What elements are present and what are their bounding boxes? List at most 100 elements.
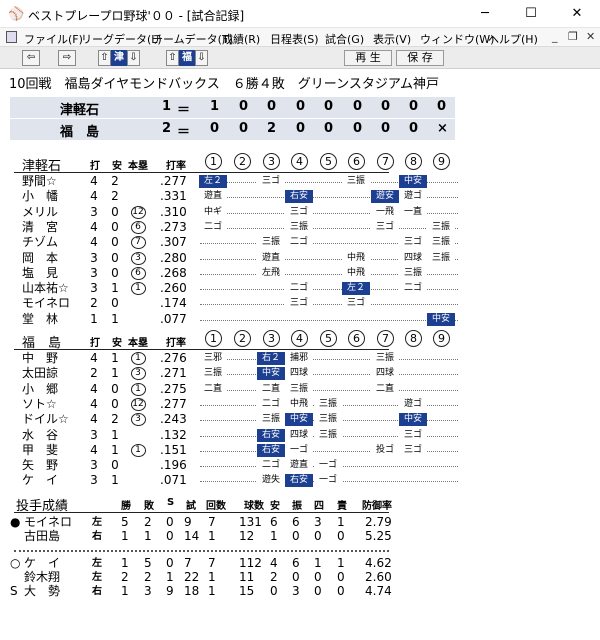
- save-button[interactable]: 保 存: [396, 50, 444, 66]
- batter-hits: 1: [111, 311, 119, 326]
- team2-up-button[interactable]: ⇧: [166, 50, 179, 66]
- pitcher-stat: 2.79: [365, 515, 392, 529]
- col-at-bats: 打: [90, 161, 100, 172]
- batter-homeruns-cell: 7: [128, 236, 148, 250]
- mdi-close-button[interactable]: ✕: [586, 30, 595, 43]
- menu-league-data[interactable]: リーグデータ(L): [81, 31, 162, 47]
- batter-name: ケ イ: [22, 473, 59, 488]
- app-icon: ⚾: [8, 7, 25, 22]
- team1-up-button[interactable]: ⇧: [98, 50, 111, 66]
- pitcher-stat: 6: [292, 556, 300, 570]
- batter-at-bats: 3: [90, 427, 98, 442]
- batter-homeruns: 1: [130, 443, 146, 457]
- mdi-minimize-button[interactable]: _: [552, 30, 558, 43]
- menu-records[interactable]: 成績(R): [222, 31, 260, 47]
- batter-homeruns-cell: 3: [128, 251, 148, 265]
- batter-homeruns-cell: 3: [128, 413, 148, 427]
- plate-result: 三振: [285, 382, 313, 396]
- batter-name: ソト☆: [22, 396, 57, 411]
- plate-result: 中飛: [342, 266, 370, 280]
- batter-average: .310: [160, 204, 187, 219]
- batter-at-bats: 3: [90, 281, 98, 296]
- pitcher-stat: 0: [337, 529, 345, 543]
- batter-average: .276: [160, 351, 187, 365]
- batter-homeruns-cell: 3: [128, 367, 148, 381]
- blank-area: [462, 151, 600, 640]
- plate-result: 遊直: [285, 459, 313, 473]
- replay-button[interactable]: 再 生: [344, 50, 392, 66]
- batter-hits: 0: [111, 396, 119, 411]
- pitcher-stat: 1: [270, 529, 278, 543]
- team2-down-button[interactable]: ⇩: [195, 50, 208, 66]
- pitcher-stat: 22: [184, 570, 200, 584]
- menu-schedule[interactable]: 日程表(S): [270, 31, 319, 47]
- menu-window[interactable]: ウィンドウ(W): [420, 31, 494, 47]
- inning-header: 3: [263, 153, 280, 170]
- plate-result: 一ゴ: [285, 443, 313, 457]
- divider: [14, 172, 389, 173]
- linescore-order: 1: [162, 99, 172, 114]
- plate-result-hit: 中安: [257, 367, 285, 381]
- pitcher-stat: 7: [208, 556, 216, 570]
- dotted-line: [200, 319, 458, 321]
- pitching-col-header: 球数: [244, 501, 264, 512]
- prev-game-button[interactable]: ⇦: [22, 50, 40, 66]
- next-game-button[interactable]: ⇨: [58, 50, 76, 66]
- team1-down-button[interactable]: ⇩: [127, 50, 140, 66]
- menu-team-data[interactable]: チームデータ(T): [152, 31, 233, 47]
- team1-button[interactable]: 津: [111, 50, 127, 66]
- batter-hits: 0: [111, 265, 119, 280]
- batter-at-bats: 3: [90, 458, 98, 473]
- plate-result: 三振: [257, 236, 285, 250]
- game-record-panel: 10回戦 福島ダイヤモンドバックス ６勝４敗 グリーンスタジアム神戸 津軽石 1…: [0, 69, 600, 640]
- batter-name: 野間☆: [22, 174, 57, 188]
- close-button[interactable]: ✕: [554, 0, 600, 28]
- pitcher-stat: 131: [239, 515, 262, 529]
- pitcher-hand: 左: [92, 517, 102, 528]
- batter-homeruns-cell: [128, 175, 148, 188]
- inning-header: 7: [377, 330, 394, 347]
- batter-hits: 1: [111, 351, 119, 365]
- toolbar: ⇦ ⇨ ⇧ 津 ⇩ ⇧ 福 ⇩ 再 生 保 存: [0, 47, 600, 69]
- inning-score: 0: [210, 121, 220, 136]
- pitcher-stat: 0: [314, 570, 322, 584]
- linescore-eq: ＝: [177, 125, 191, 140]
- dotted-divider: [14, 550, 389, 552]
- plate-result-hit: 中安: [399, 413, 427, 427]
- pitcher-stat: 0: [337, 570, 345, 584]
- minimize-button[interactable]: ─: [462, 0, 508, 28]
- mdi-restore-button[interactable]: ❐: [568, 30, 578, 43]
- pitcher-hand: 右: [92, 586, 102, 597]
- plate-result-hit: 左２: [342, 282, 370, 296]
- plate-result: 中飛: [342, 251, 370, 265]
- maximize-button[interactable]: ☐: [508, 0, 554, 28]
- menu-file[interactable]: ファイル(F): [24, 31, 83, 47]
- batter-hits: 0: [111, 204, 119, 219]
- pitcher-stat: 3: [314, 515, 322, 529]
- pitcher-stat: 1: [337, 515, 345, 529]
- pitcher-stat: 9: [166, 584, 174, 598]
- batter-homeruns-cell: 1: [128, 443, 148, 457]
- team2-button[interactable]: 福: [179, 50, 195, 66]
- inning-score: 0: [239, 99, 249, 114]
- pitcher-stat: 3: [292, 584, 300, 598]
- pitcher-stat: 6: [270, 515, 278, 529]
- dotted-line: [200, 389, 458, 391]
- plate-result: 投ゴ: [371, 443, 399, 457]
- inning-header: 3: [263, 330, 280, 347]
- pitching-col-header: 責: [337, 501, 347, 512]
- menu-help[interactable]: ヘルプ(H): [488, 31, 538, 47]
- pitcher-hand: 右: [92, 531, 102, 542]
- pitcher-stat: 0: [292, 529, 300, 543]
- menu-bar: ファイル(F) リーグデータ(L) チームデータ(T) 成績(R) 日程表(S)…: [0, 28, 600, 47]
- menu-view[interactable]: 表示(V): [373, 31, 411, 47]
- menu-game[interactable]: 試合(G): [325, 31, 364, 47]
- inning-score: 0: [239, 121, 249, 136]
- batter-average: .151: [160, 442, 187, 457]
- batter-at-bats: 2: [90, 296, 98, 311]
- inning-header: 7: [377, 153, 394, 170]
- batter-at-bats: 4: [90, 396, 98, 411]
- plate-result-hit: 右安: [285, 190, 313, 204]
- pitcher-stat: 0: [270, 584, 278, 598]
- document-icon[interactable]: [6, 31, 17, 43]
